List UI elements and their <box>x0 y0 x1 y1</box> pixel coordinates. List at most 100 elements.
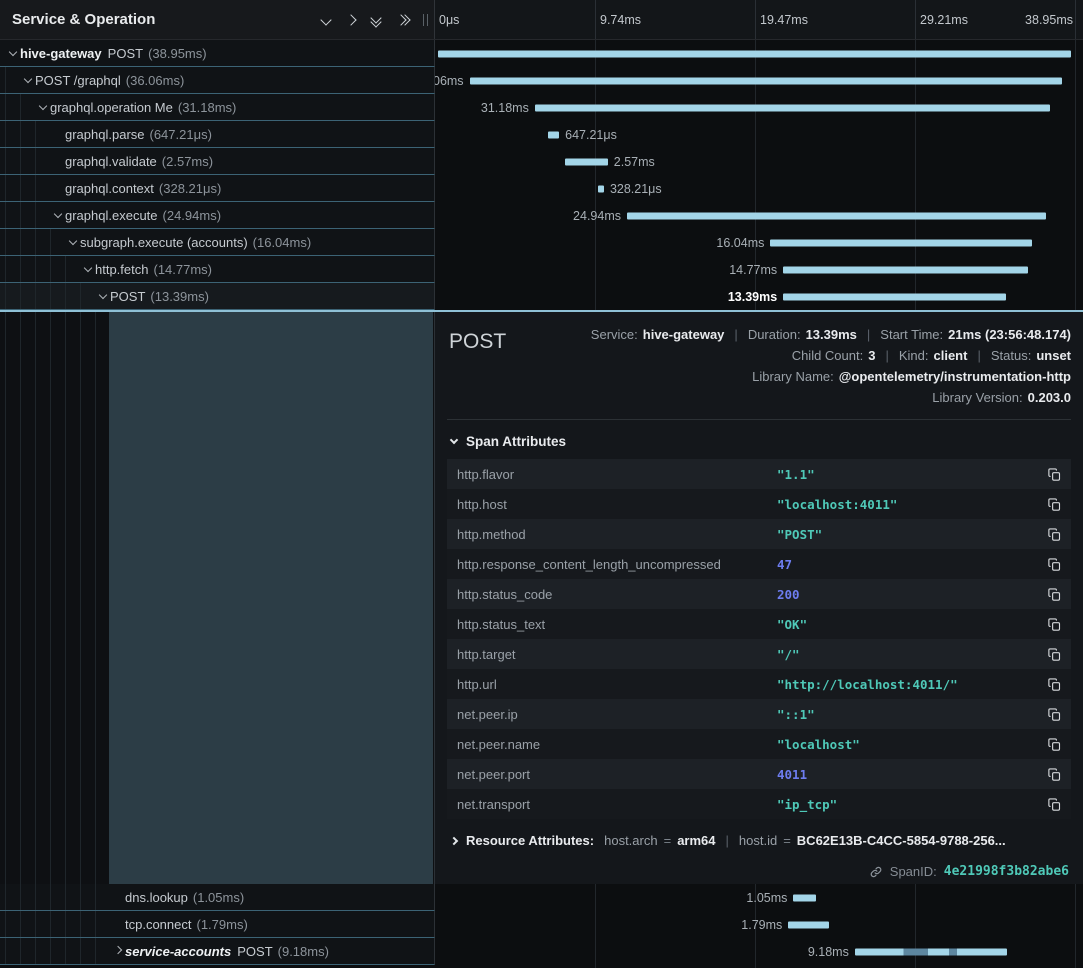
span-row: tcp.connect(1.79ms)1.79ms <box>0 911 1083 938</box>
operation-name: graphql.context <box>65 181 154 196</box>
indent-guide <box>65 256 80 282</box>
span-bar[interactable] <box>793 894 816 901</box>
span-duration-label: 14.77ms <box>729 263 777 277</box>
double-chevron-right-icon[interactable] <box>397 16 409 24</box>
copy-icon[interactable] <box>1037 677 1071 692</box>
copy-icon[interactable] <box>1037 557 1071 572</box>
copy-icon[interactable] <box>1037 467 1071 482</box>
operation-name: http.fetch <box>95 262 148 277</box>
chevron-down-icon[interactable] <box>5 51 20 55</box>
span-name-cell[interactable]: tcp.connect(1.79ms) <box>0 911 435 938</box>
ruler-tick-label: 38.95ms <box>1025 13 1073 27</box>
indent-guide <box>65 312 66 884</box>
chevron-down-icon[interactable] <box>95 294 110 298</box>
resource-attributes-toggle[interactable]: Resource Attributes: <box>451 833 594 848</box>
panel-resizer-handle[interactable] <box>423 14 424 26</box>
span-name-cell[interactable]: service-accountsPOST(9.18ms) <box>0 938 435 965</box>
span-name-cell[interactable]: graphql.operation Me(31.18ms) <box>0 94 435 121</box>
span-bar[interactable] <box>548 131 560 138</box>
span-duration-label: 36.06ms <box>435 74 464 88</box>
span-name-cell[interactable]: hive-gatewayPOST(38.95ms) <box>0 40 435 67</box>
copy-icon[interactable] <box>1037 527 1071 542</box>
span-meta-line: Library Name:@opentelemetry/instrumentat… <box>752 369 1071 384</box>
span-bar-cell: 36.06ms <box>435 67 1083 94</box>
double-chevron-down-icon[interactable] <box>372 14 380 26</box>
span-duration: (13.39ms) <box>150 289 209 304</box>
bar-track: 13.39ms <box>435 283 1075 310</box>
operation-name: tcp.connect <box>125 917 192 932</box>
ruler-tick-line <box>595 0 596 39</box>
resource-separator: | <box>726 833 729 848</box>
copy-icon[interactable] <box>1037 767 1071 782</box>
chevron-right-icon[interactable] <box>110 949 125 953</box>
span-name-cell[interactable]: POST /graphql(36.06ms) <box>0 67 435 94</box>
span-bar[interactable] <box>627 212 1046 219</box>
chevron-down-icon[interactable] <box>322 16 330 24</box>
span-name-cell[interactable]: graphql.execute(24.94ms) <box>0 202 435 229</box>
equals-sign: = <box>664 833 672 848</box>
span-row: hive-gatewayPOST(38.95ms) <box>0 40 1083 67</box>
span-attributes-toggle[interactable]: Span Attributes <box>447 420 1071 459</box>
attribute-value: 200 <box>777 587 1037 602</box>
indent-guide <box>5 229 20 255</box>
span-bar[interactable] <box>535 104 1050 111</box>
span-bar-cell: 16.04ms <box>435 229 1083 256</box>
chevron-down-icon[interactable] <box>65 240 80 244</box>
chevron-down-icon[interactable] <box>20 78 35 82</box>
span-meta-line: Library Version:0.203.0 <box>932 390 1071 405</box>
span-detail-panel: POST Service:hive-gateway|Duration:13.39… <box>435 312 1083 884</box>
link-icon[interactable] <box>869 865 883 879</box>
attribute-value: "POST" <box>777 527 1037 542</box>
copy-icon[interactable] <box>1037 797 1071 812</box>
bar-track: 31.18ms <box>435 94 1075 121</box>
attribute-value: 47 <box>777 557 1037 572</box>
span-bar[interactable] <box>470 77 1063 84</box>
chevron-down-icon[interactable] <box>80 267 95 271</box>
span-bar-cell: 328.21μs <box>435 175 1083 202</box>
attribute-key: http.response_content_length_uncompresse… <box>447 557 777 572</box>
span-name-cell[interactable]: dns.lookup(1.05ms) <box>0 884 435 911</box>
ruler-track: 0μs9.74ms19.47ms29.21ms38.95ms <box>435 0 1075 39</box>
bar-track: 14.77ms <box>435 256 1075 283</box>
span-name-cell[interactable]: graphql.validate(2.57ms) <box>0 148 435 175</box>
resource-attributes-title: Resource Attributes: <box>466 833 594 848</box>
span-duration: (24.94ms) <box>163 208 222 223</box>
equals-sign: = <box>783 833 791 848</box>
copy-icon[interactable] <box>1037 587 1071 602</box>
tree-panel-header: Service & Operation <box>0 0 435 39</box>
span-bar[interactable] <box>783 266 1028 273</box>
indent-guide <box>20 229 35 255</box>
indent-guide <box>5 911 20 937</box>
span-duration: (14.77ms) <box>153 262 212 277</box>
span-meta-line: Service:hive-gateway|Duration:13.39ms|St… <box>591 327 1071 342</box>
chevron-down-icon[interactable] <box>50 213 65 217</box>
span-attributes-title: Span Attributes <box>466 434 566 449</box>
span-name-cell[interactable]: POST(13.39ms) <box>0 283 435 310</box>
span-bar[interactable] <box>788 921 828 928</box>
span-name-cell[interactable]: graphql.context(328.21μs) <box>0 175 435 202</box>
attribute-key: net.transport <box>447 797 777 812</box>
copy-icon[interactable] <box>1037 737 1071 752</box>
copy-icon[interactable] <box>1037 707 1071 722</box>
span-duration-label: 9.18ms <box>808 945 849 959</box>
detail-row-indent-area <box>0 312 435 884</box>
span-bar[interactable] <box>855 948 1007 955</box>
span-bar[interactable] <box>770 239 1032 246</box>
span-bar[interactable] <box>598 185 604 192</box>
span-name-cell[interactable]: subgraph.execute (accounts)(16.04ms) <box>0 229 435 256</box>
attribute-key: http.status_text <box>447 617 777 632</box>
copy-icon[interactable] <box>1037 617 1071 632</box>
span-bar[interactable] <box>565 158 608 165</box>
span-attributes-table: http.flavor"1.1"http.host"localhost:4011… <box>447 459 1071 819</box>
span-bar[interactable] <box>783 293 1006 300</box>
span-bar[interactable] <box>438 50 1071 57</box>
chevron-right-icon[interactable] <box>347 16 355 24</box>
span-name-cell[interactable]: http.fetch (14.77ms) <box>0 256 435 283</box>
meta-value: hive-gateway <box>643 327 725 342</box>
indent-guide <box>50 283 65 309</box>
copy-icon[interactable] <box>1037 497 1071 512</box>
chevron-down-icon[interactable] <box>35 105 50 109</box>
copy-icon[interactable] <box>1037 647 1071 662</box>
span-name-cell[interactable]: graphql.parse(647.21μs) <box>0 121 435 148</box>
span-rows-top: hive-gatewayPOST(38.95ms)POST /graphql(3… <box>0 40 1083 310</box>
